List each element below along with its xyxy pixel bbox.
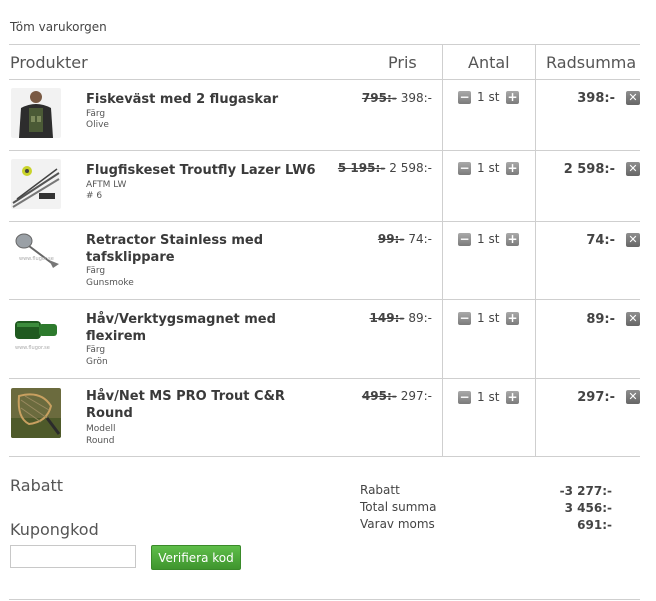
product-name[interactable]: Flugfiskeset Troutfly Lazer LW6 xyxy=(86,162,336,179)
svg-text:www.flugor.se: www.flugor.se xyxy=(19,256,54,262)
row-divider xyxy=(9,378,640,379)
price-cell: 99:- 74:- xyxy=(378,232,432,246)
row-sum: 297:- xyxy=(577,390,615,405)
svg-text:www.flugor.se: www.flugor.se xyxy=(15,345,50,351)
header-price: Pris xyxy=(388,53,417,72)
totals-vat-value: 691:- xyxy=(577,518,612,532)
current-price: 89:- xyxy=(408,311,432,325)
price-cell: 795:- 398:- xyxy=(362,91,432,105)
totals-total-value: 3 456:- xyxy=(564,501,612,515)
product-attribute-value: Olive xyxy=(86,120,109,130)
row-sum: 74:- xyxy=(586,233,615,248)
decrease-quantity-button[interactable]: − xyxy=(458,391,471,404)
product-name[interactable]: Fiskeväst med 2 flugaskar xyxy=(86,91,336,108)
current-price: 74:- xyxy=(408,232,432,246)
header-products: Produkter xyxy=(10,53,88,72)
product-image[interactable] xyxy=(11,88,61,138)
product-attribute-value: Grön xyxy=(86,357,108,367)
verify-code-button[interactable]: Verifiera kod xyxy=(151,545,241,570)
totals-vat-label: Varav moms xyxy=(360,517,435,531)
product-image[interactable] xyxy=(11,159,61,209)
increase-quantity-button[interactable]: + xyxy=(506,162,519,175)
product-name[interactable]: Retractor Stainless med tafsklippare xyxy=(86,232,286,266)
empty-cart-link[interactable]: Töm varukorgen xyxy=(10,20,107,34)
product-attribute-value: Round xyxy=(86,436,115,446)
totals-discount-value: -3 277:- xyxy=(559,484,612,498)
increase-quantity-button[interactable]: + xyxy=(506,391,519,404)
cart-row: Fiskeväst med 2 flugaskar Färg Olive 795… xyxy=(9,88,640,148)
coupon-title: Kupongkod xyxy=(10,520,99,539)
row-divider xyxy=(9,299,640,300)
quantity-value: 1 st xyxy=(477,90,500,104)
decrease-quantity-button[interactable]: − xyxy=(458,312,471,325)
remove-item-button[interactable]: ✕ xyxy=(626,233,640,247)
decrease-quantity-button[interactable]: − xyxy=(458,162,471,175)
old-price: 99:- xyxy=(377,232,405,246)
product-attribute-label: AFTM LW xyxy=(86,180,127,190)
remove-item-button[interactable]: ✕ xyxy=(626,91,640,105)
discount-title: Rabatt xyxy=(10,476,64,495)
remove-item-button[interactable]: ✕ xyxy=(626,312,640,326)
cart-row: Håv/Net MS PRO Trout C&R Round Modell Ro… xyxy=(9,388,640,454)
row-divider xyxy=(9,221,640,222)
quantity-stepper: − 1 st + xyxy=(458,90,522,105)
cart-row: Flugfiskeset Troutfly Lazer LW6 AFTM LW … xyxy=(9,159,640,219)
product-attribute-value: # 6 xyxy=(86,191,103,201)
row-divider xyxy=(9,150,640,151)
header-row-sum: Radsumma xyxy=(546,53,637,72)
price-cell: 495:- 297:- xyxy=(362,389,432,403)
product-image[interactable]: www.flugor.se xyxy=(11,309,61,359)
remove-item-button[interactable]: ✕ xyxy=(626,162,640,176)
quantity-stepper: − 1 st + xyxy=(458,390,522,405)
increase-quantity-button[interactable]: + xyxy=(506,233,519,246)
cart-row: www.flugor.se Håv/Verktygsmagnet med fle… xyxy=(9,309,640,375)
product-image[interactable]: www.flugor.se xyxy=(11,230,61,280)
product-attribute-value: Gunsmoke xyxy=(86,278,134,288)
quantity-value: 1 st xyxy=(477,311,500,325)
old-price: 795:- xyxy=(361,91,397,105)
quantity-stepper: − 1 st + xyxy=(458,161,522,176)
current-price: 297:- xyxy=(400,389,432,403)
old-price: 5 195:- xyxy=(337,161,386,175)
quantity-stepper: − 1 st + xyxy=(458,311,522,326)
cart-row: www.flugor.se Retractor Stainless med ta… xyxy=(9,230,640,296)
increase-quantity-button[interactable]: + xyxy=(506,91,519,104)
coupon-code-input[interactable] xyxy=(10,545,136,568)
price-cell: 5 195:- 2 598:- xyxy=(338,161,432,175)
table-top-border xyxy=(9,44,640,45)
increase-quantity-button[interactable]: + xyxy=(506,312,519,325)
product-attribute-label: Färg xyxy=(86,266,106,276)
decrease-quantity-button[interactable]: − xyxy=(458,233,471,246)
quantity-value: 1 st xyxy=(477,390,500,404)
current-price: 2 598:- xyxy=(389,161,432,175)
product-name[interactable]: Håv/Net MS PRO Trout C&R Round xyxy=(86,388,286,422)
old-price: 149:- xyxy=(369,311,405,325)
product-attribute-label: Färg xyxy=(86,109,106,119)
row-sum: 89:- xyxy=(586,312,615,327)
totals-total-label: Total summa xyxy=(360,500,437,514)
header-divider xyxy=(9,79,640,80)
remove-item-button[interactable]: ✕ xyxy=(626,390,640,404)
table-bottom-border xyxy=(9,456,640,457)
old-price: 495:- xyxy=(361,389,397,403)
product-attribute-label: Modell xyxy=(86,424,116,434)
price-cell: 149:- 89:- xyxy=(370,311,432,325)
totals-discount-label: Rabatt xyxy=(360,483,400,497)
footer-divider xyxy=(9,599,640,600)
product-image[interactable] xyxy=(11,388,61,438)
quantity-value: 1 st xyxy=(477,161,500,175)
quantity-value: 1 st xyxy=(477,232,500,246)
current-price: 398:- xyxy=(400,91,432,105)
product-attribute-label: Färg xyxy=(86,345,106,355)
header-quantity: Antal xyxy=(468,53,510,72)
decrease-quantity-button[interactable]: − xyxy=(458,91,471,104)
row-sum: 398:- xyxy=(577,91,615,106)
product-name[interactable]: Håv/Verktygsmagnet med flexirem xyxy=(86,311,286,345)
row-sum: 2 598:- xyxy=(563,162,615,177)
quantity-stepper: − 1 st + xyxy=(458,232,522,247)
